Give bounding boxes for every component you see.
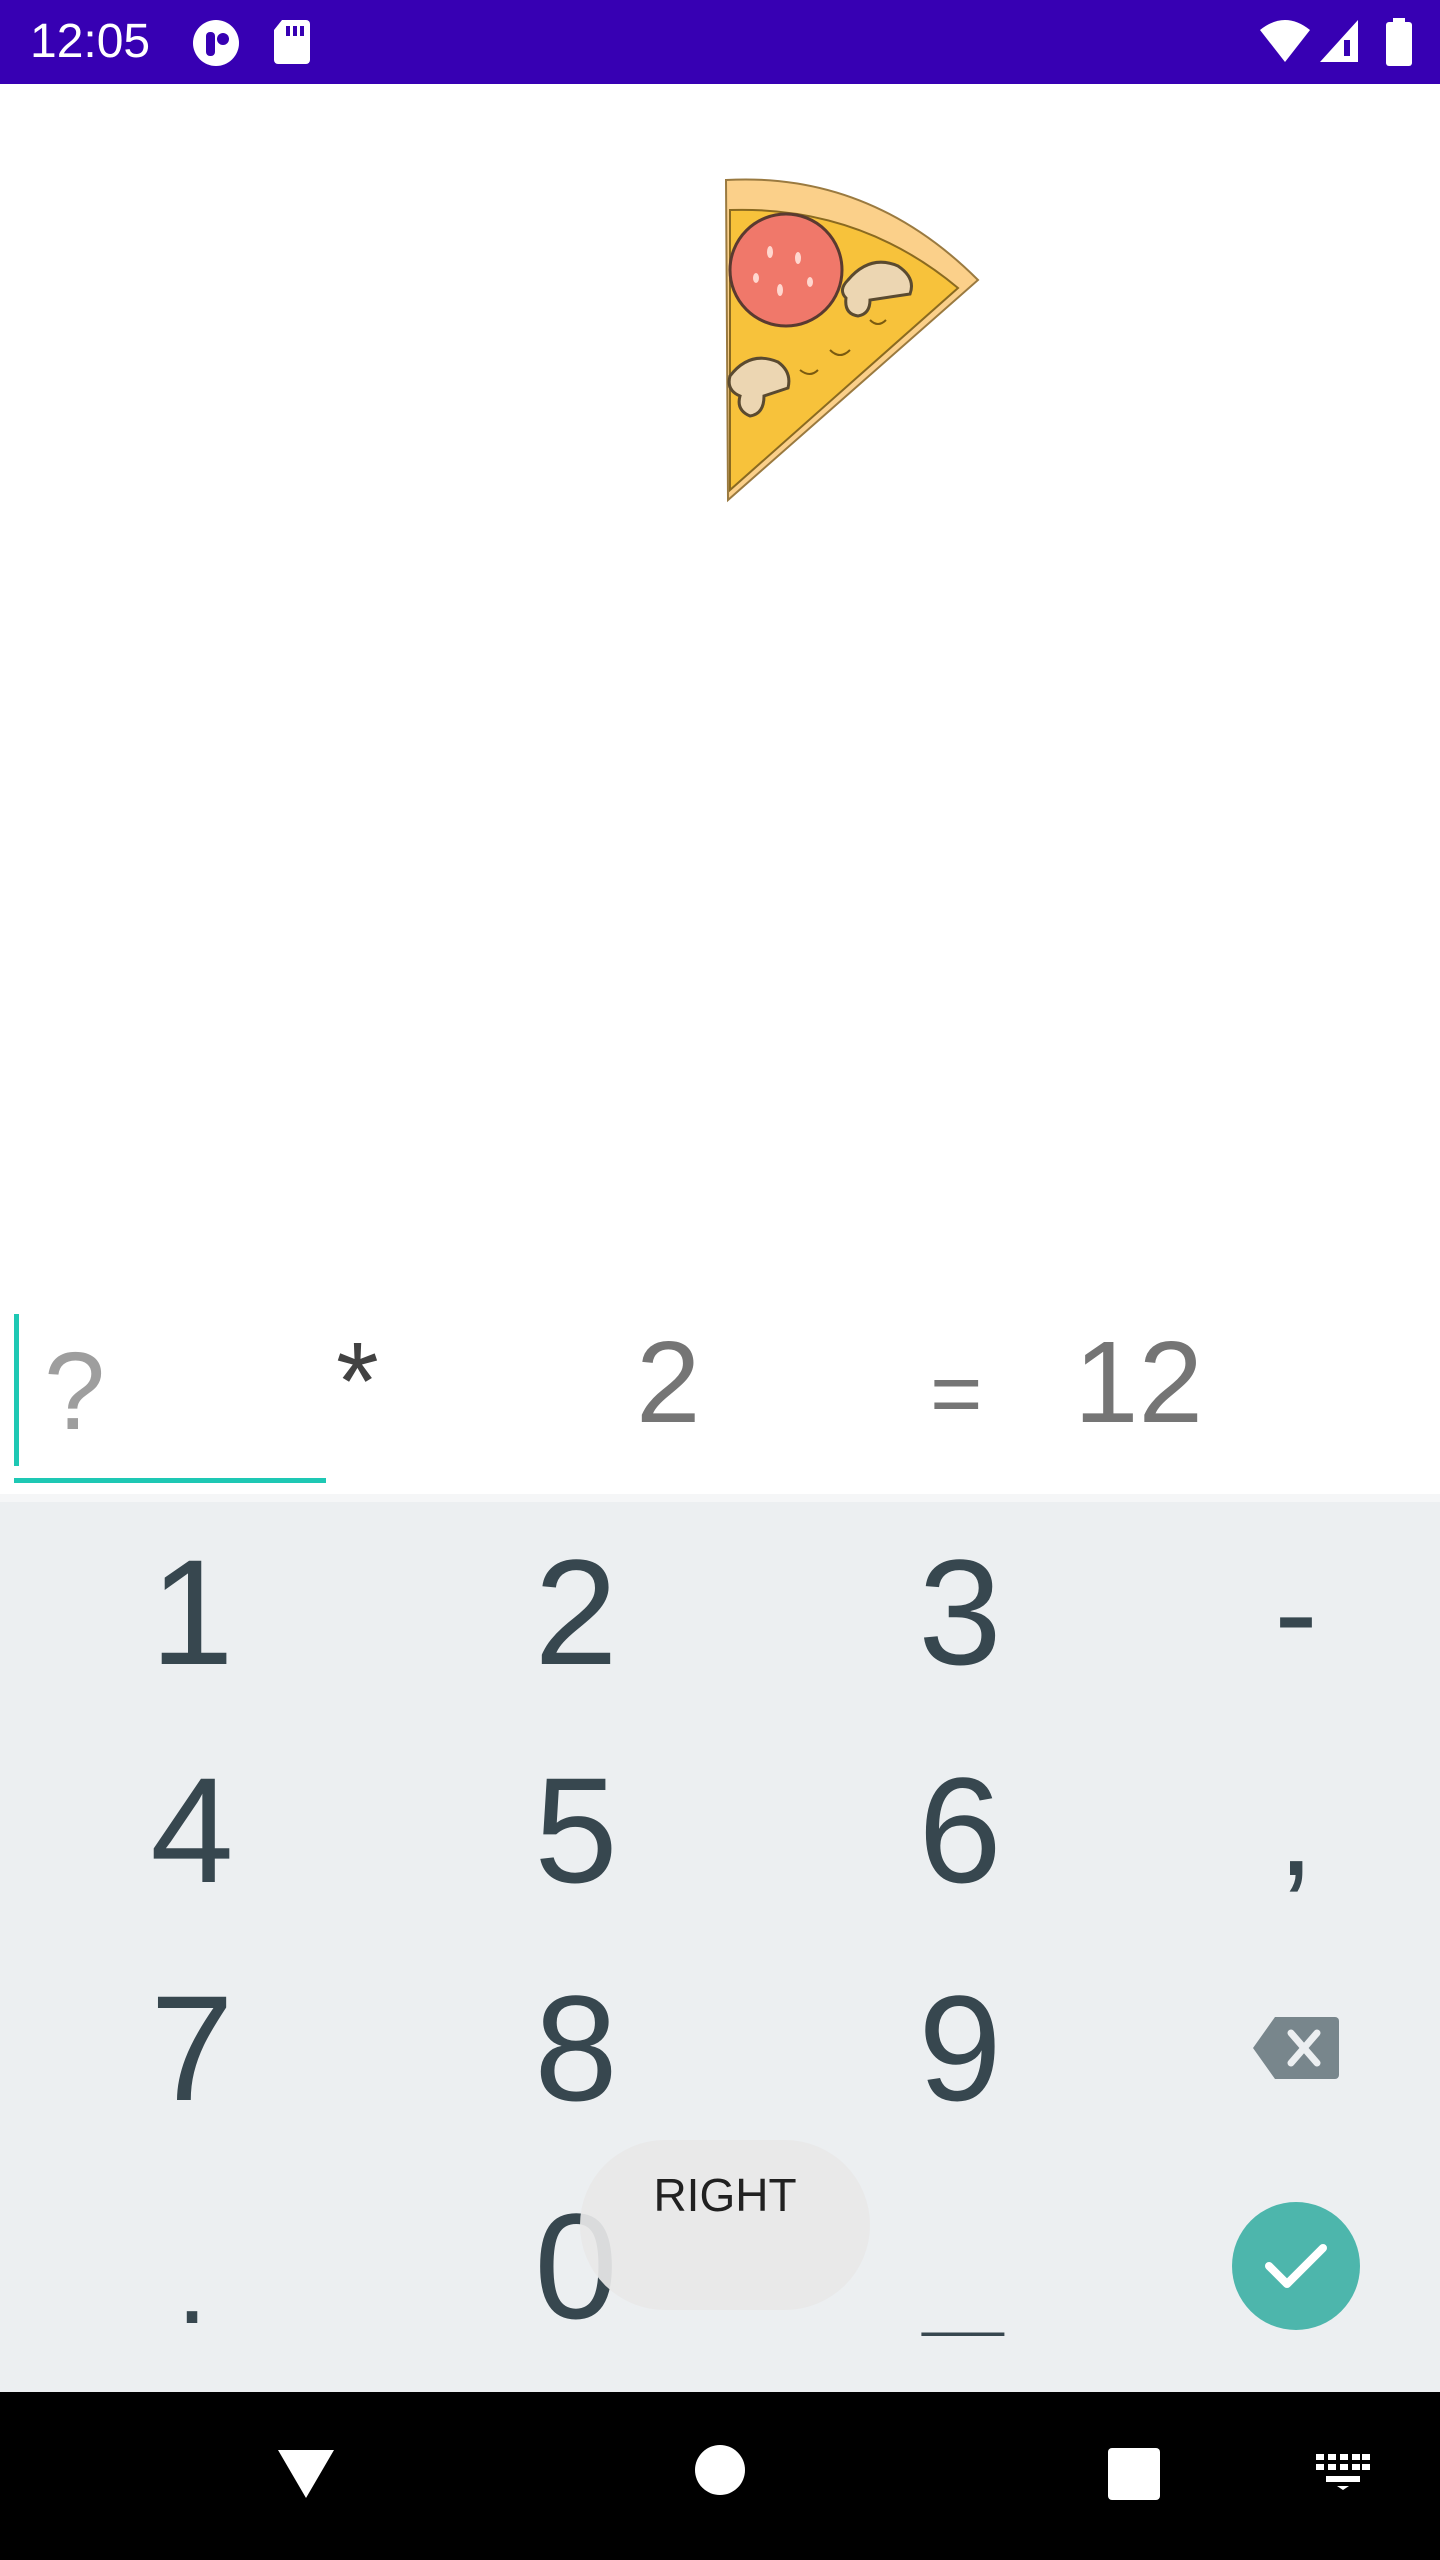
key-9[interactable]: 9	[780, 1938, 1140, 2158]
notification-app-icon	[193, 20, 239, 66]
toast-text: RIGHT	[653, 2169, 797, 2221]
key-3-label: 3	[918, 1528, 1002, 1696]
key-5-label: 5	[534, 1746, 618, 1914]
answer-placeholder: ?	[44, 1330, 106, 1453]
text-cursor	[14, 1314, 19, 1466]
pizza-slice-icon	[724, 178, 980, 503]
wifi-icon	[1260, 20, 1310, 62]
key-dot-label: .	[176, 2224, 208, 2347]
backspace-icon	[1253, 2017, 1339, 2079]
backspace-key[interactable]	[1116, 1938, 1440, 2158]
key-4-label: 4	[150, 1746, 234, 1914]
status-bar: 12:05	[0, 0, 1440, 84]
recents-icon[interactable]	[1108, 2448, 1160, 2500]
checkmark-icon	[1265, 2244, 1327, 2288]
key-3[interactable]: 3	[780, 1502, 1140, 1722]
key-dot[interactable]: .	[12, 2156, 372, 2376]
key-7[interactable]: 7	[12, 1938, 372, 2158]
result: 12	[1074, 1317, 1204, 1447]
answer-input[interactable]: ?	[14, 1302, 326, 1483]
keyboard-switch-icon[interactable]	[1316, 2454, 1370, 2490]
key-8[interactable]: 8	[396, 1938, 756, 2158]
equation-row: ? * 2 = 12	[0, 1290, 1440, 1490]
key-4[interactable]: 4	[12, 1720, 372, 1940]
done-button[interactable]	[1232, 2202, 1360, 2330]
battery-icon	[1386, 18, 1412, 66]
home-icon[interactable]	[694, 2444, 746, 2496]
status-time: 12:05	[30, 15, 151, 68]
key-1-label: 1	[150, 1528, 234, 1696]
key-comma[interactable]: ,	[1116, 1720, 1440, 1940]
space-key-label: ___	[922, 2274, 1003, 2337]
key-1[interactable]: 1	[12, 1502, 372, 1722]
key-6-label: 6	[918, 1746, 1002, 1914]
key-2-label: 2	[534, 1528, 618, 1696]
key-7-label: 7	[150, 1964, 234, 2132]
key-2[interactable]: 2	[396, 1502, 756, 1722]
input-underline	[14, 1478, 326, 1483]
sd-card-icon	[274, 20, 310, 64]
key-5[interactable]: 5	[396, 1720, 756, 1940]
navigation-bar	[0, 2392, 1440, 2560]
key-9-label: 9	[918, 1964, 1002, 2132]
result-toast: RIGHT	[580, 2140, 870, 2310]
back-icon[interactable]	[274, 2446, 338, 2502]
key-comma-label: ,	[1277, 1757, 1315, 1903]
operand: 2	[636, 1317, 701, 1447]
key-minus-label: -	[1274, 1539, 1318, 1685]
signal-icon	[1320, 20, 1358, 62]
multiply-operator: *	[336, 1320, 379, 1443]
key-8-label: 8	[534, 1964, 618, 2132]
key-6[interactable]: 6	[780, 1720, 1140, 1940]
key-minus[interactable]: -	[1116, 1502, 1440, 1722]
equals-sign: =	[930, 1344, 983, 1444]
